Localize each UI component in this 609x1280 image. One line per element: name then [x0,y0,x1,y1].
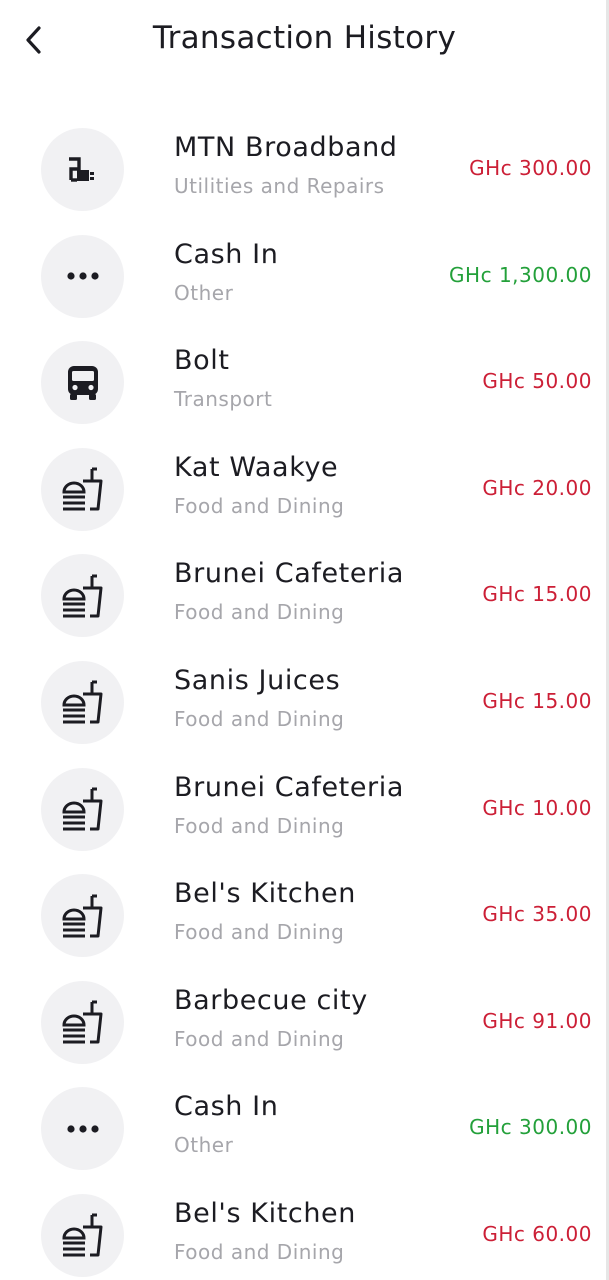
transaction-row[interactable]: Bolt Transport GHc 50.00 [0,329,609,436]
transaction-history-screen: Transaction History MTN Broadband Utiliti… [0,0,609,1280]
transaction-amount: GHc 91.00 [482,1008,592,1033]
transaction-row[interactable]: Barbecue city Food and Dining GHc 91.00 [0,969,609,1076]
transaction-category: Food and Dining [174,1239,345,1264]
category-avatar [41,234,124,318]
transaction-name: Kat Waakye [174,451,339,483]
transaction-list: MTN Broadband Utilities and Repairs GHc 30… [0,116,609,1280]
transaction-name: Cash In [174,238,279,270]
transaction-category: Food and Dining [174,493,345,518]
transaction-row[interactable]: Sanis Juices Food and Dining GHc 15.00 [0,649,609,756]
transaction-category: Food and Dining [174,920,345,945]
category-avatar [41,554,124,638]
transaction-amount: GHc 20.00 [482,475,592,500]
transaction-name: Bolt [174,345,230,377]
fastfood-icon [59,998,107,1046]
fastfood-icon [59,572,107,620]
transaction-name: Barbecue city [174,984,368,1016]
transaction-row[interactable]: Cash In Other GHc 300.00 [0,1075,609,1182]
transaction-category: Food and Dining [174,706,345,731]
category-avatar [41,1087,124,1171]
category-avatar [41,341,124,425]
transaction-name: Bel's Kitchen [174,1197,356,1229]
transaction-row[interactable]: Bel's Kitchen Food and Dining GHc 35.00 [0,862,609,969]
fastfood-icon [59,892,107,940]
transaction-amount: GHc 10.00 [482,795,592,820]
transaction-row[interactable]: MTN Broadband Utilities and Repairs GHc 30… [0,116,609,223]
transaction-category: Other [174,1133,234,1158]
utilities-icon [63,150,103,190]
transaction-amount: GHc 300.00 [469,1115,592,1140]
header: Transaction History [0,0,609,84]
transaction-row[interactable]: Brunei Cafeteria Food and Dining GHc 15.00 [0,542,609,649]
category-avatar [41,447,124,531]
transaction-amount: GHc 15.00 [482,582,592,607]
fastfood-icon [59,785,107,833]
more-dots-icon [63,256,103,296]
category-avatar [41,874,124,958]
bus-icon [63,363,103,403]
fastfood-icon [59,678,107,726]
transaction-name: Sanis Juices [174,664,341,696]
transaction-category: Utilities and Repairs [174,174,385,198]
category-avatar [41,980,124,1064]
transaction-row[interactable]: Kat Waakye Food and Dining GHc 20.00 [0,436,609,543]
transaction-name: Brunei Cafeteria [174,771,405,803]
transaction-category: Transport [174,387,273,412]
transaction-name: Brunei Cafeteria [174,558,405,590]
transaction-row[interactable]: Bel's Kitchen Food and Dining GHc 60.00 [0,1182,609,1280]
transaction-row[interactable]: Cash In Other GHc 1,300.00 [0,223,609,330]
transaction-amount: GHc 50.00 [482,369,592,394]
transaction-name: Cash In [174,1091,279,1123]
transaction-name: MTN Broadband [174,132,398,163]
category-avatar [41,767,124,851]
transaction-amount: GHc 35.00 [482,902,592,927]
category-avatar [41,1193,124,1277]
transaction-amount: GHc 1,300.00 [449,262,592,287]
transaction-category: Food and Dining [174,813,345,838]
category-avatar [41,660,124,744]
more-dots-icon [63,1109,103,1149]
category-avatar [41,128,124,211]
transaction-category: Food and Dining [174,1026,345,1051]
fastfood-icon [59,465,107,513]
transaction-row[interactable]: Brunei Cafeteria Food and Dining GHc 10.00 [0,756,609,863]
transaction-amount: GHc 15.00 [482,688,592,713]
transaction-category: Other [174,280,234,305]
transaction-amount: GHc 60.00 [482,1221,592,1246]
transaction-name: Bel's Kitchen [174,878,356,910]
transaction-category: Food and Dining [174,600,345,625]
page-title: Transaction History [152,20,457,56]
fastfood-icon [59,1211,107,1259]
transaction-amount: GHc 300.00 [469,156,592,180]
